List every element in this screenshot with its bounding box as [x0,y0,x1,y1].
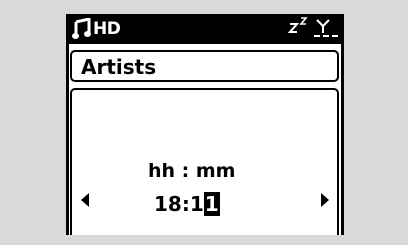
left-arrow-icon[interactable] [81,193,89,207]
device-screen: HD Artists hh : mm 18:11 [66,14,344,235]
right-arrow-icon[interactable] [321,193,329,207]
status-bar: HD [69,14,341,44]
source-label: HD [93,19,121,39]
time-format-label: hh : mm [148,160,236,182]
menu-title: Artists [81,55,157,79]
cursor-digit[interactable]: 1 [203,192,220,216]
title-bar: Artists [70,50,339,82]
music-note-icon [72,18,91,39]
time-value-field[interactable]: 18:11 [154,192,220,216]
sleep-zz-icon [288,17,308,33]
time-setting-panel: hh : mm 18:11 [70,88,339,235]
antenna-signal-icon [314,19,338,37]
time-value-digits: 18:1 [154,192,204,216]
